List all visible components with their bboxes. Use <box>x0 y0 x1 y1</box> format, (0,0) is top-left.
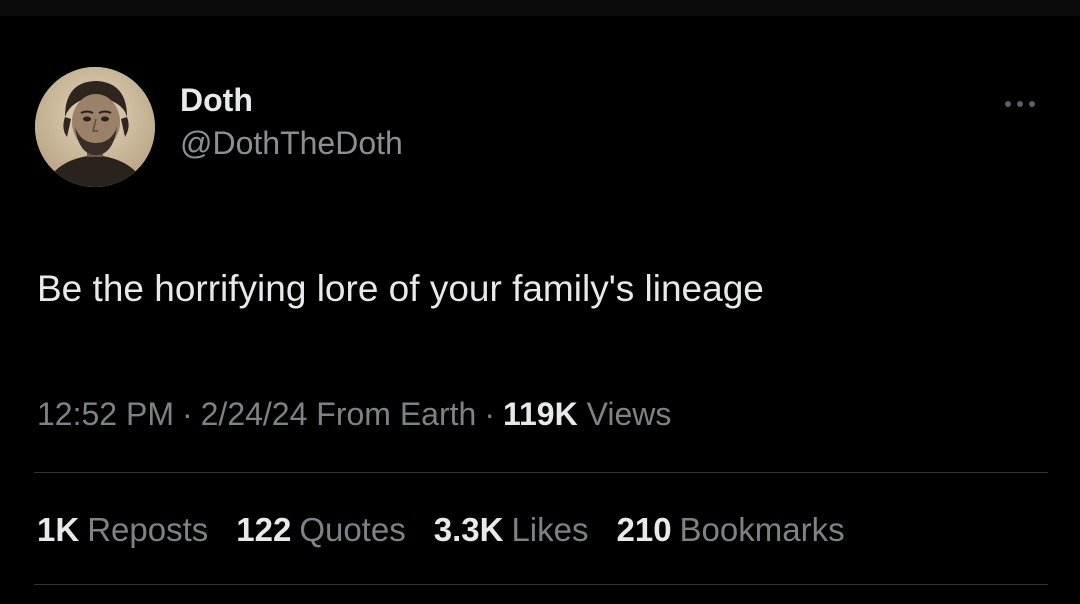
divider <box>34 472 1048 473</box>
more-horizontal-icon-dot <box>1005 101 1011 107</box>
bookmarks-label: Bookmarks <box>679 511 845 548</box>
tweet-date[interactable]: 2/24/24 <box>201 396 308 432</box>
quotes-stat[interactable]: 122 Quotes <box>236 508 405 552</box>
engagement-stats: 1K Reposts 122 Quotes 3.3K Likes 210 Bookmar… <box>37 508 845 552</box>
author-info: Doth @DothTheDoth <box>180 80 403 163</box>
bookmarks-stat[interactable]: 210 Bookmarks <box>616 508 844 552</box>
quotes-label: Quotes <box>299 511 406 548</box>
likes-stat[interactable]: 3.3K Likes <box>434 508 589 552</box>
meta-separator: · <box>484 396 495 432</box>
author-display-name[interactable]: Doth <box>180 80 403 120</box>
author-avatar[interactable] <box>35 67 155 187</box>
more-horizontal-icon-dot <box>1017 101 1023 107</box>
reposts-count: 1K <box>37 511 80 548</box>
tweet-text: Be the horrifying lore of your family's … <box>37 268 764 309</box>
more-options-button[interactable] <box>992 88 1048 120</box>
likes-label: Likes <box>511 511 589 548</box>
views-label[interactable]: Views <box>587 396 672 432</box>
likes-count: 3.3K <box>433 511 504 548</box>
divider <box>34 584 1048 585</box>
meta-separator: · <box>181 396 193 432</box>
tweet-meta: 12:52 PM · 2/24/24 From Earth · 119K Views <box>37 392 671 436</box>
avatar-portrait-image <box>35 67 155 187</box>
reposts-stat[interactable]: 1K Reposts <box>37 508 208 552</box>
bookmarks-count: 210 <box>616 511 672 548</box>
tweet-time[interactable]: 12:52 PM <box>37 396 174 432</box>
views-count: 119K <box>502 396 578 432</box>
tweet-location: From Earth <box>316 396 477 432</box>
tweet-card: Doth @DothTheDoth Be the horrifying lore… <box>0 0 1080 604</box>
more-horizontal-icon-dot <box>1029 101 1035 107</box>
reposts-label: Reposts <box>87 511 209 548</box>
author-handle[interactable]: @DothTheDoth <box>180 123 403 163</box>
quotes-count: 122 <box>236 511 292 548</box>
